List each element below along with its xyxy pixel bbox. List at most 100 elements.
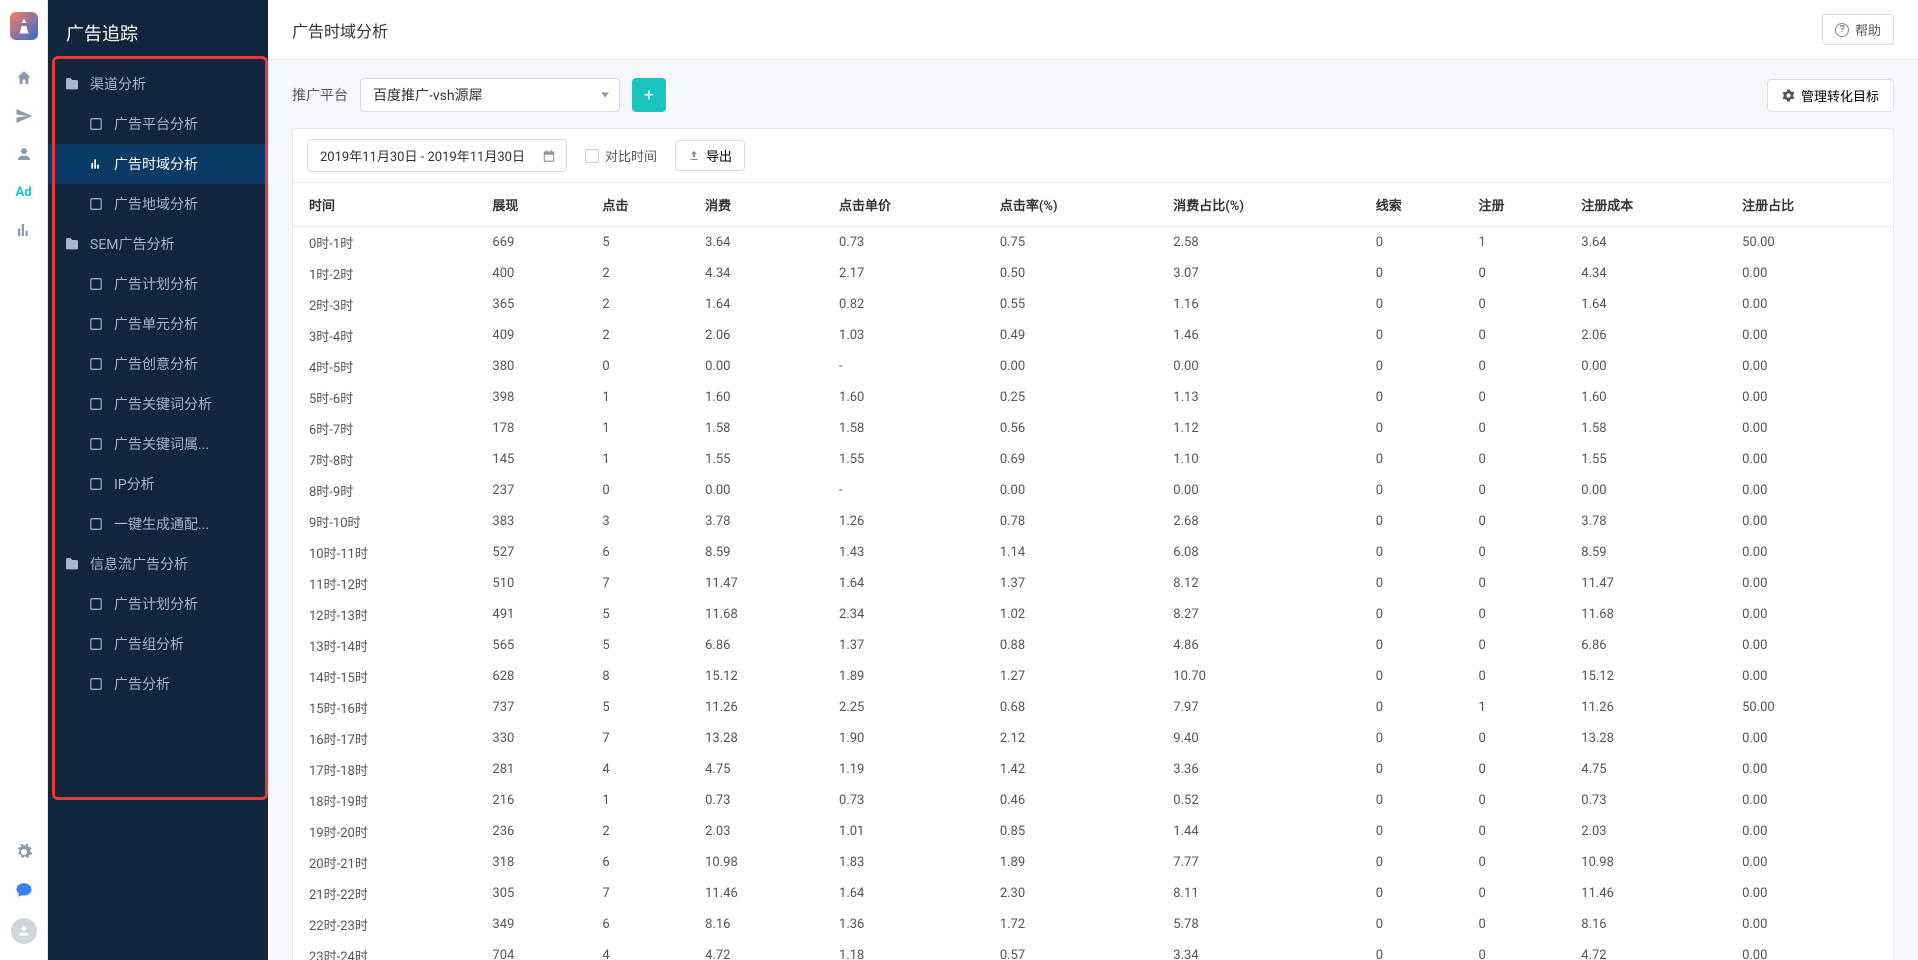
chat-icon[interactable] <box>14 880 34 900</box>
table-cell: 0.00 <box>1732 475 1893 506</box>
table-cell: 11时-12时 <box>293 568 482 599</box>
table-cell: 237 <box>482 475 592 506</box>
nav-item[interactable]: 广告计划分析 <box>48 264 268 304</box>
table-cell: 8.59 <box>695 537 829 568</box>
table-cell: 0.00 <box>1732 847 1893 878</box>
nav-item[interactable]: 广告创意分析 <box>48 344 268 384</box>
table-row: 2时-3时36521.640.820.551.16001.640.00 <box>293 289 1893 320</box>
table-header[interactable]: 消费占比(%) <box>1163 183 1365 227</box>
table-cell: 7 <box>592 723 695 754</box>
nav-item[interactable]: 广告时域分析 <box>48 144 268 184</box>
table-header[interactable]: 注册占比 <box>1732 183 1893 227</box>
send-icon[interactable] <box>14 106 34 126</box>
table-cell: 4.75 <box>1571 754 1732 785</box>
add-button[interactable]: + <box>632 78 666 112</box>
table-cell: 0.00 <box>1732 537 1893 568</box>
compare-checkbox[interactable]: 对比时间 <box>585 146 657 165</box>
table-header[interactable]: 点击单价 <box>829 183 990 227</box>
table-cell: 0.00 <box>1571 351 1732 382</box>
nav-item[interactable]: 广告地域分析 <box>48 184 268 224</box>
table-cell: 6 <box>592 537 695 568</box>
table-cell: 10.70 <box>1163 661 1365 692</box>
table-cell: 6时-7时 <box>293 413 482 444</box>
icon-rail: Ad <box>0 0 48 960</box>
manage-goals-button[interactable]: 管理转化目标 <box>1767 79 1894 112</box>
date-range-value: 2019年11月30日 - 2019年11月30日 <box>320 150 525 165</box>
home-icon[interactable] <box>14 68 34 88</box>
table-cell: 2.06 <box>695 320 829 351</box>
table-cell: 1.02 <box>990 599 1163 630</box>
ad-icon[interactable]: Ad <box>14 182 34 202</box>
nav-group[interactable]: 渠道分析 <box>48 64 268 104</box>
table-cell: 145 <box>482 444 592 475</box>
folder-icon <box>64 556 80 572</box>
content: 推广平台 百度推广-vsh源犀 + 管理转化目标 2019年11月30日 - 2… <box>268 60 1918 960</box>
table-cell: 3.64 <box>1571 227 1732 259</box>
help-button[interactable]: ? 帮助 <box>1822 14 1894 45</box>
table-cell: 4.86 <box>1163 630 1365 661</box>
nav-item[interactable]: 一键生成通配... <box>48 504 268 544</box>
nav-item-label: 广告平台分析 <box>114 114 198 134</box>
nav-item[interactable]: 广告单元分析 <box>48 304 268 344</box>
table-header[interactable]: 点击 <box>592 183 695 227</box>
table-cell: 0.69 <box>990 444 1163 475</box>
table-cell: 4.75 <box>695 754 829 785</box>
date-range-picker[interactable]: 2019年11月30日 - 2019年11月30日 <box>307 139 567 172</box>
nav-item[interactable]: IP分析 <box>48 464 268 504</box>
table-header[interactable]: 注册 <box>1469 183 1572 227</box>
table-row: 22时-23时34968.161.361.725.78008.160.00 <box>293 909 1893 940</box>
table-cell: 7.77 <box>1163 847 1365 878</box>
table-cell: 0.82 <box>829 289 990 320</box>
table-header[interactable]: 时间 <box>293 183 482 227</box>
nav-item-label: 广告创意分析 <box>114 354 198 374</box>
user-icon[interactable] <box>14 144 34 164</box>
calendar-icon <box>542 149 556 163</box>
nav-group[interactable]: 信息流广告分析 <box>48 544 268 584</box>
platform-select[interactable]: 百度推广-vsh源犀 <box>360 78 620 112</box>
table-cell: 8.16 <box>695 909 829 940</box>
nav-item[interactable]: 广告关键词分析 <box>48 384 268 424</box>
table-row: 13时-14时56556.861.370.884.86006.860.00 <box>293 630 1893 661</box>
table-cell: 0 <box>1469 506 1572 537</box>
table-cell: 0 <box>1366 258 1469 289</box>
table-header[interactable]: 点击率(%) <box>990 183 1163 227</box>
page-title: 广告时域分析 <box>292 18 388 42</box>
table-header[interactable]: 展现 <box>482 183 592 227</box>
table-cell: 1 <box>592 382 695 413</box>
table-cell: 1.64 <box>829 878 990 909</box>
nav-item[interactable]: 广告组分析 <box>48 624 268 664</box>
settings-icon[interactable] <box>14 842 34 862</box>
table-row: 21时-22时305711.461.642.308.110011.460.00 <box>293 878 1893 909</box>
table-cell: 0 <box>1366 599 1469 630</box>
export-label: 导出 <box>706 146 732 165</box>
table-cell: 0.00 <box>1571 475 1732 506</box>
nav-item[interactable]: 广告平台分析 <box>48 104 268 144</box>
table-header[interactable]: 注册成本 <box>1571 183 1732 227</box>
table-cell: 236 <box>482 816 592 847</box>
table-cell: 0 <box>1469 320 1572 351</box>
table-row: 5时-6时39811.601.600.251.13001.600.00 <box>293 382 1893 413</box>
sidebar: 广告追踪 渠道分析广告平台分析广告时域分析广告地域分析SEM广告分析广告计划分析… <box>48 0 268 960</box>
nav-item[interactable]: 广告分析 <box>48 664 268 704</box>
nav-group[interactable]: SEM广告分析 <box>48 224 268 264</box>
table-cell: 0.00 <box>1732 444 1893 475</box>
table-cell: 0 <box>1366 413 1469 444</box>
chart-icon[interactable] <box>14 220 34 240</box>
nav-item[interactable]: 广告关键词属... <box>48 424 268 464</box>
table-cell: 0 <box>1366 475 1469 506</box>
table-header[interactable]: 消费 <box>695 183 829 227</box>
table-cell: 1.58 <box>1571 413 1732 444</box>
table-cell: 14时-15时 <box>293 661 482 692</box>
table-cell: 11.68 <box>1571 599 1732 630</box>
platform-value: 百度推广-vsh源犀 <box>373 88 483 104</box>
table-cell: 1.12 <box>1163 413 1365 444</box>
table-cell: 6 <box>592 909 695 940</box>
table-cell: 669 <box>482 227 592 259</box>
avatar[interactable] <box>11 918 37 944</box>
table-cell: 1.13 <box>1163 382 1365 413</box>
table-header[interactable]: 线索 <box>1366 183 1469 227</box>
table-cell: 3.07 <box>1163 258 1365 289</box>
nav-item[interactable]: 广告计划分析 <box>48 584 268 624</box>
export-button[interactable]: 导出 <box>675 140 745 171</box>
panel: 2019年11月30日 - 2019年11月30日 对比时间 导出 时间展现点击 <box>292 128 1894 960</box>
